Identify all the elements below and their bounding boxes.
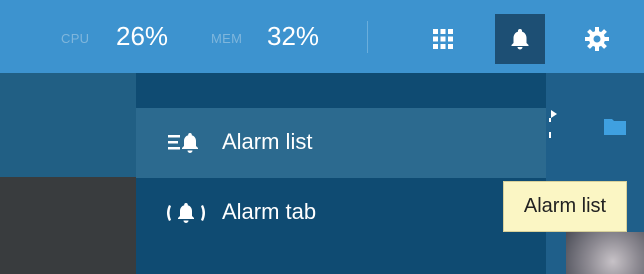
alarm-tab-icon <box>167 203 205 223</box>
left-panel-upper <box>0 73 136 177</box>
menu-item-alarm-tab[interactable]: Alarm tab <box>136 178 546 248</box>
mem-label: MEM <box>211 31 243 46</box>
cpu-label: CPU <box>61 31 90 46</box>
left-panel-lower <box>0 177 136 274</box>
mem-value: 32% <box>267 21 320 51</box>
tooltip-text: Alarm list <box>523 195 607 217</box>
alarm-tab-label: Alarm tab <box>222 199 317 224</box>
alarm-button[interactable] <box>495 14 545 64</box>
export-icon[interactable] <box>549 110 561 140</box>
bell-icon <box>511 29 529 50</box>
top-bar: CPU 26% MEM 32% <box>0 0 644 73</box>
alarm-list-label: Alarm list <box>222 129 313 154</box>
folder-icon[interactable] <box>604 117 626 135</box>
topbar-divider <box>367 21 368 53</box>
alarm-list-icon <box>168 133 198 153</box>
tooltip: Alarm list <box>503 181 627 232</box>
menu-item-alarm-list[interactable]: Alarm list <box>136 108 546 178</box>
camera-thumbnail <box>566 232 644 274</box>
gear-icon <box>585 27 609 51</box>
settings-button[interactable] <box>572 14 622 64</box>
apps-button[interactable] <box>418 14 468 64</box>
alarm-dropdown: Alarm list Alarm tab <box>136 73 546 274</box>
cpu-value: 26% <box>116 21 169 51</box>
grid-icon <box>433 29 453 49</box>
